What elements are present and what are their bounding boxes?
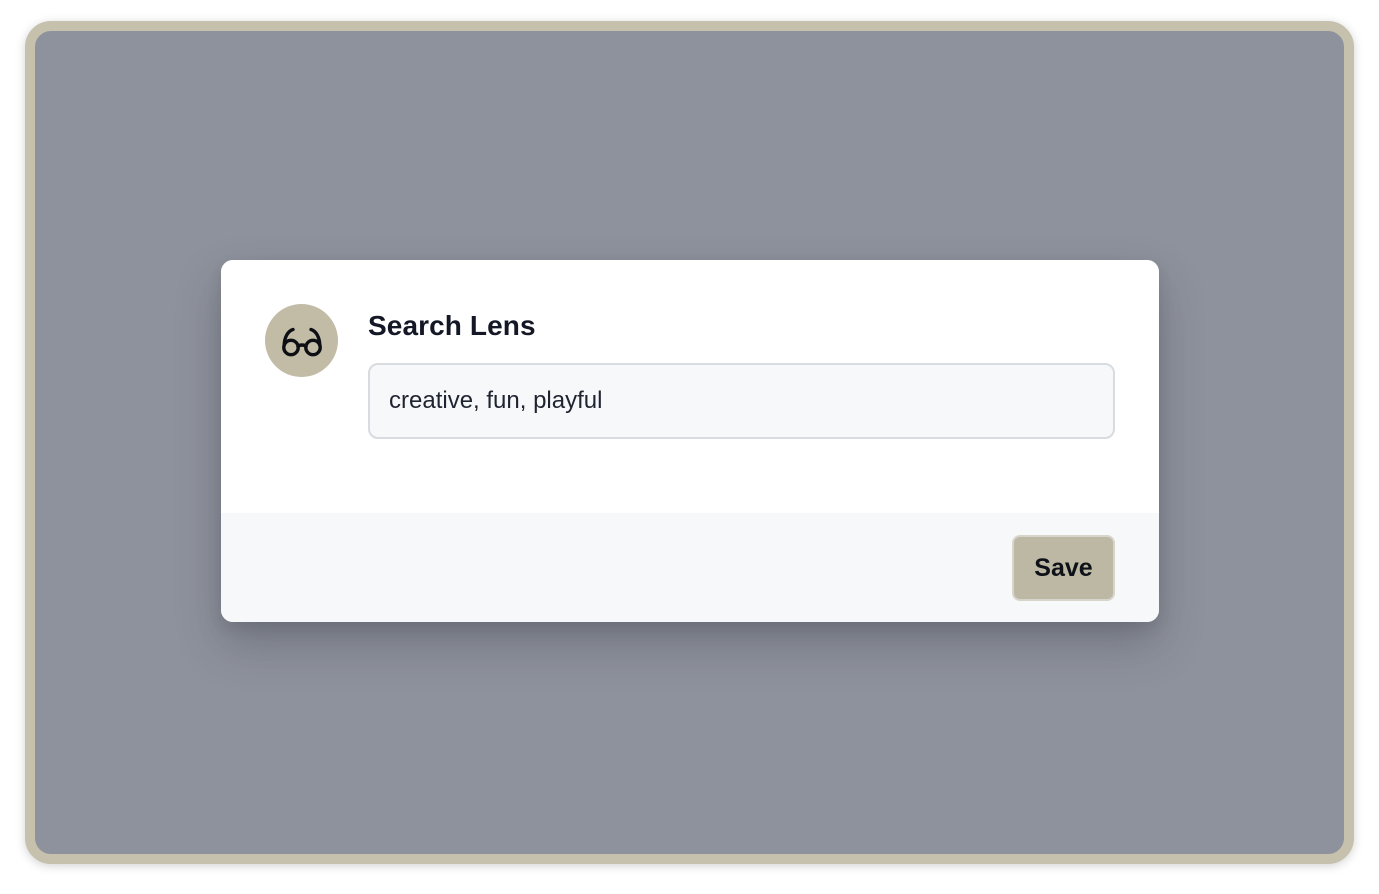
save-button[interactable]: Save xyxy=(1012,535,1115,601)
icon-badge xyxy=(265,304,338,377)
dialog-title: Search Lens xyxy=(368,310,536,341)
app-window: Search Lens Save xyxy=(25,21,1354,864)
dialog-footer: Save xyxy=(221,513,1159,622)
eyeglasses-icon xyxy=(281,327,322,356)
search-lens-input[interactable] xyxy=(368,363,1115,439)
dialog-body: Search Lens xyxy=(221,260,1159,513)
search-lens-dialog: Search Lens Save xyxy=(221,260,1159,622)
